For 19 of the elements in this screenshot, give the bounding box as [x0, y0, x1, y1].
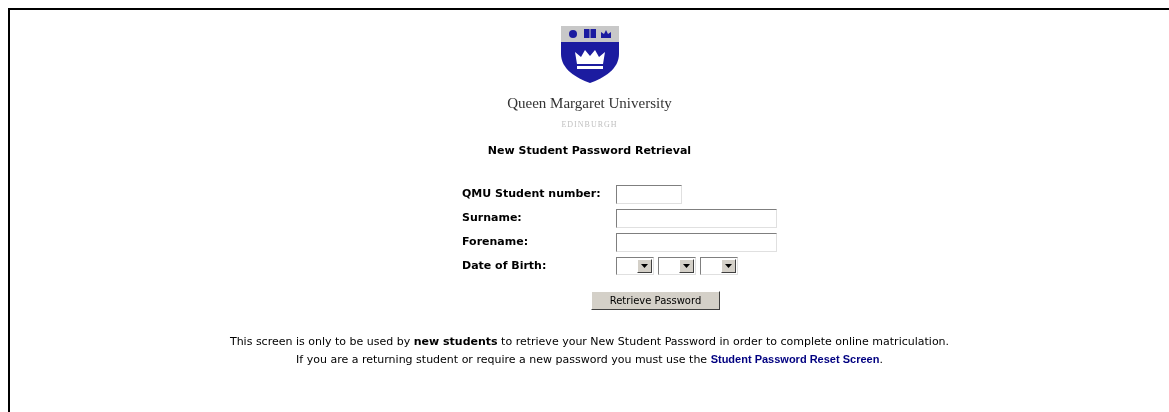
- dropdown[interactable]: [616, 257, 654, 275]
- page-title: New Student Password Retrieval: [487, 142, 692, 159]
- retrieve-password-button[interactable]: Retrieve Password: [591, 291, 720, 310]
- text-field[interactable]: [616, 185, 682, 204]
- dropdown[interactable]: [700, 257, 738, 275]
- notice-text: This screen is only to be used by new students to retrieve your New Student Password in order to complete online matriculation.: [229, 334, 950, 350]
- field-label: QMU Student number:: [462, 186, 602, 203]
- university-name: Queen Margaret University: [507, 94, 672, 113]
- crest-logo: [558, 24, 621, 84]
- text-field[interactable]: [616, 209, 777, 228]
- caret-icon: [721, 259, 736, 273]
- caret-icon: [637, 259, 652, 273]
- field-label: Surname:: [462, 210, 523, 227]
- field-label: Date of Birth:: [462, 257, 548, 274]
- text-field[interactable]: [616, 233, 777, 252]
- field-label: Forename:: [462, 234, 530, 251]
- notice-text: If you are a returning student or require a new password you must use the Student Password Reset Screen.: [296, 351, 883, 368]
- dropdown[interactable]: [658, 257, 696, 275]
- caret-icon: [679, 259, 694, 273]
